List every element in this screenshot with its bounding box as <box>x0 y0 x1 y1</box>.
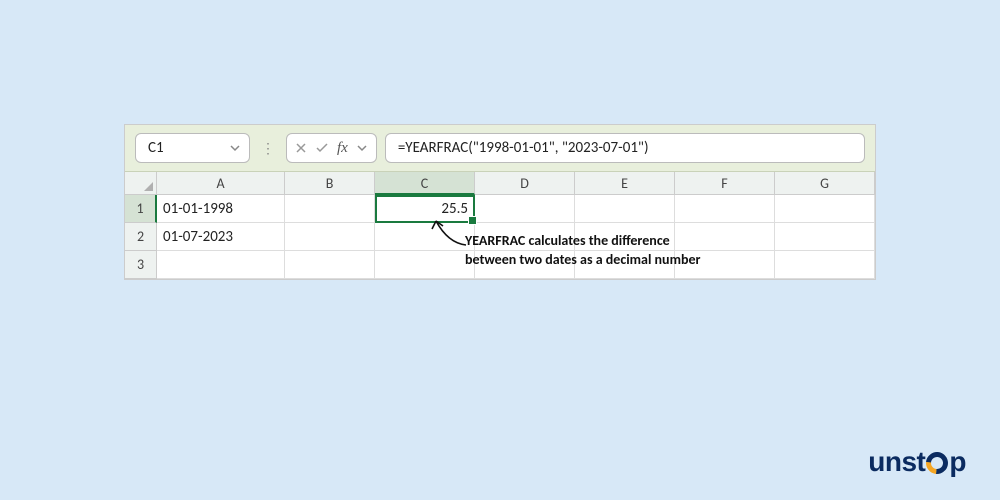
confirm-icon[interactable] <box>315 142 329 154</box>
cell-a3[interactable] <box>157 251 285 279</box>
formula-text: =YEARFRAC("1998-01-01", "2023-07-01") <box>398 139 649 157</box>
annotation-line2: between two dates as a decimal number <box>465 251 701 268</box>
annotation-line1: YEARFRAC calculates the difference <box>465 232 670 249</box>
cell-e1[interactable] <box>575 195 675 223</box>
col-header-c[interactable]: C <box>375 172 475 195</box>
name-box[interactable]: C1 <box>135 133 250 163</box>
col-header-f[interactable]: F <box>675 172 775 195</box>
col-header-e[interactable]: E <box>575 172 675 195</box>
row-header-3[interactable]: 3 <box>125 251 157 279</box>
fx-label: fx <box>337 140 348 157</box>
cancel-icon[interactable] <box>295 142 307 154</box>
cell-c1[interactable]: 25.5 <box>375 195 475 223</box>
cell-g2[interactable] <box>775 223 875 251</box>
brand-logo: unstp <box>868 446 966 478</box>
cell-reference: C1 <box>148 139 164 157</box>
col-header-a[interactable]: A <box>157 172 285 195</box>
cell-f1[interactable] <box>675 195 775 223</box>
cell-a1[interactable]: 01-01-1998 <box>157 195 285 223</box>
column-header-row: A B C D E F G <box>125 172 875 195</box>
cell-c3[interactable] <box>375 251 475 279</box>
select-all-corner[interactable] <box>125 172 157 195</box>
brand-prefix: unst <box>868 446 925 477</box>
formula-bar: C1 ⋮ fx =YEARFRAC("1998-01-01", "2023-07… <box>125 125 875 172</box>
cell-g1[interactable] <box>775 195 875 223</box>
cell-b2[interactable] <box>285 223 375 251</box>
chevron-down-icon[interactable] <box>229 142 241 154</box>
col-header-b[interactable]: B <box>285 172 375 195</box>
cell-c2[interactable] <box>375 223 475 251</box>
cell-a2[interactable]: 01-07-2023 <box>157 223 285 251</box>
col-header-g[interactable]: G <box>775 172 875 195</box>
cell-g3[interactable] <box>775 251 875 279</box>
table-row: 1 01-01-1998 25.5 <box>125 195 875 223</box>
chevron-down-icon[interactable] <box>356 142 368 154</box>
brand-suffix: p <box>949 446 966 477</box>
annotation-text: YEARFRAC calculates the difference betwe… <box>465 232 775 270</box>
cell-d1[interactable] <box>475 195 575 223</box>
divider-icon: ⋮ <box>258 140 278 157</box>
row-header-1[interactable]: 1 <box>125 195 157 223</box>
row-header-2[interactable]: 2 <box>125 223 157 251</box>
formula-input[interactable]: =YEARFRAC("1998-01-01", "2023-07-01") <box>385 133 865 163</box>
cell-b3[interactable] <box>285 251 375 279</box>
col-header-d[interactable]: D <box>475 172 575 195</box>
cell-b1[interactable] <box>285 195 375 223</box>
fx-controls: fx <box>286 133 377 163</box>
